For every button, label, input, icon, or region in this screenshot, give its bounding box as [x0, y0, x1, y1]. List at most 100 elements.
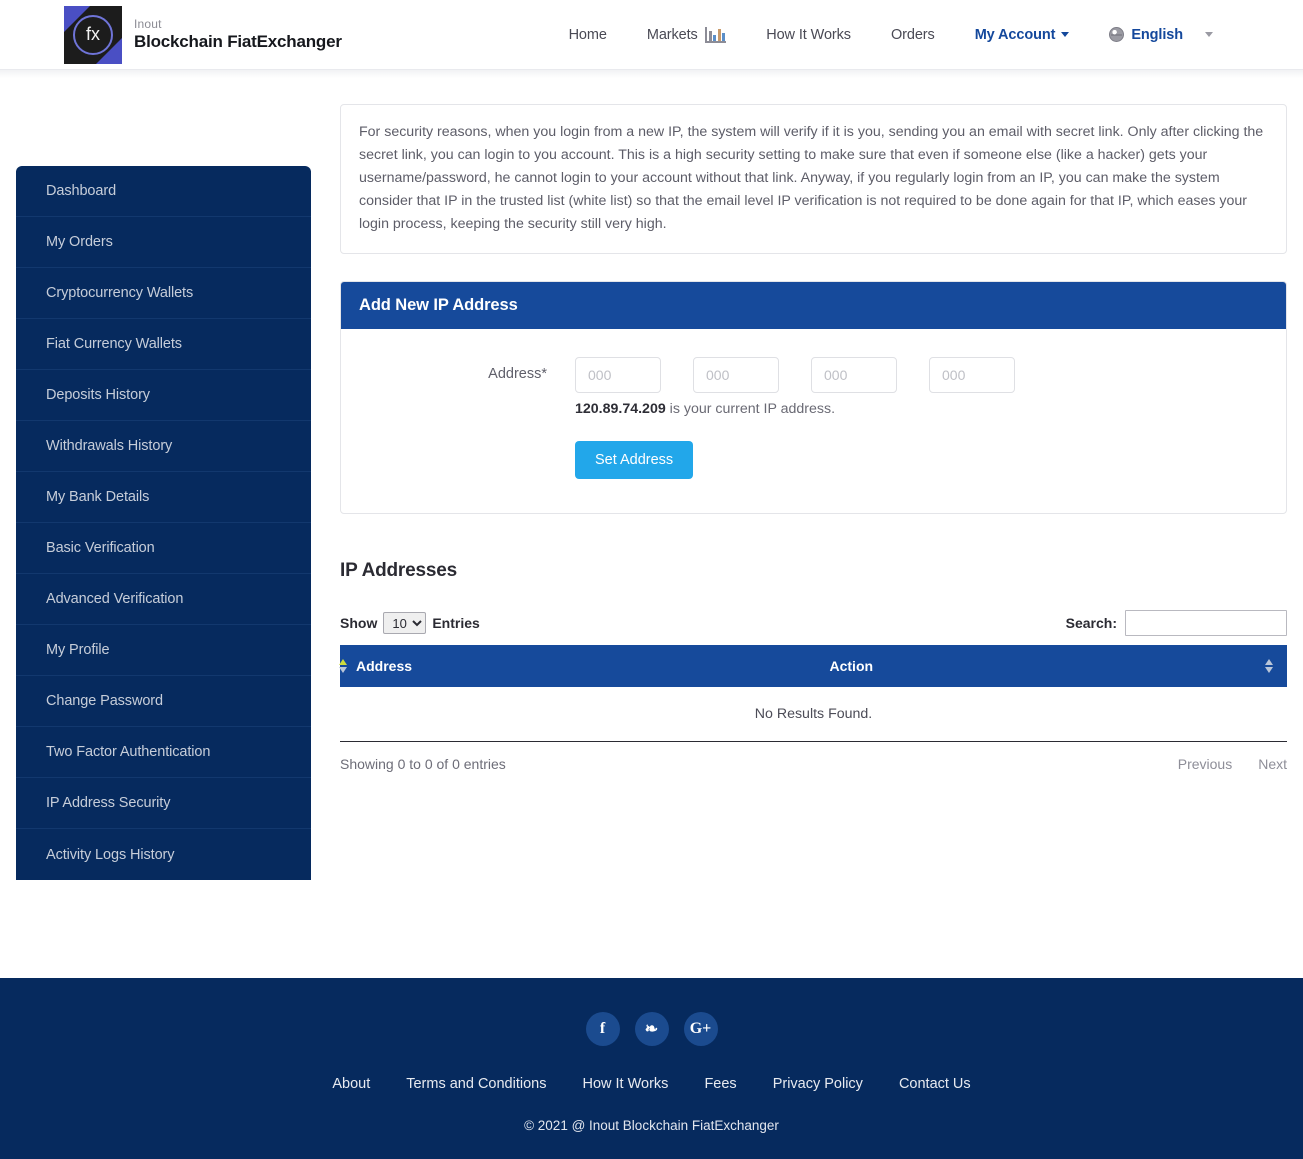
footer-link-about[interactable]: About: [332, 1076, 370, 1092]
table-empty-row: No Results Found.: [340, 687, 1287, 742]
google-plus-icon[interactable]: G+: [683, 1012, 718, 1046]
page-layout: Dashboard My Orders Cryptocurrency Walle…: [0, 78, 1303, 978]
search-input[interactable]: [1125, 610, 1287, 636]
add-new-ip-panel: Add New IP Address Address* 000 000 000 …: [340, 281, 1287, 514]
chevron-down-icon: [1061, 32, 1070, 37]
table-header-row: Address Action: [339, 645, 1287, 687]
nav-item-markets[interactable]: Markets: [627, 26, 746, 43]
sort-down-arrow-icon: [1264, 667, 1273, 673]
google-plus-glyph: G+: [689, 1020, 712, 1037]
sidebar-label: Deposits History: [46, 387, 150, 403]
pagination-next-button[interactable]: Next: [1258, 756, 1287, 772]
bar-chart-icon: [704, 26, 727, 43]
set-address-button[interactable]: Set Address: [575, 441, 694, 479]
facebook-icon[interactable]: f: [585, 1012, 620, 1046]
table-info-text: Showing 0 to 0 of 0 entries: [340, 756, 506, 772]
sidebar-item-dashboard[interactable]: Dashboard: [16, 166, 311, 217]
sidebar-label: Fiat Currency Wallets: [46, 336, 182, 352]
ip-octet-2-input[interactable]: [693, 357, 779, 393]
page-length-select[interactable]: 10: [383, 612, 427, 634]
main-content: For security reasons, when you login fro…: [311, 78, 1303, 978]
footer-link-fees[interactable]: Fees: [704, 1076, 736, 1092]
brand-logo[interactable]: fx Inout Blockchain FiatExchanger: [64, 5, 342, 64]
nav-item-orders[interactable]: Orders: [871, 27, 955, 43]
page-body: Dashboard My Orders Cryptocurrency Walle…: [0, 78, 1303, 978]
sidebar-item-basic-verification[interactable]: Basic Verification: [16, 523, 311, 574]
ip-octet-1-input[interactable]: [575, 357, 661, 393]
footer-link-contact-us[interactable]: Contact Us: [899, 1076, 971, 1092]
footer-copyright: © 2021 @ Inout Blockchain FiatExchanger: [524, 1118, 779, 1133]
footer-link-how-it-works[interactable]: How It Works: [582, 1076, 668, 1092]
table-footer: Showing 0 to 0 of 0 entries Previous Nex…: [340, 756, 1287, 778]
site-footer: f ❧ G+ About Terms and Conditions How It…: [0, 978, 1303, 1159]
header-shadow: [0, 70, 1303, 78]
column-label-address: Address: [356, 658, 413, 674]
nav-item-my-account[interactable]: My Account: [955, 27, 1090, 43]
language-selector[interactable]: English: [1089, 27, 1233, 43]
sidebar-label: My Orders: [46, 234, 113, 250]
sidebar-label: Basic Verification: [46, 540, 155, 556]
nav-item-home[interactable]: Home: [549, 27, 627, 43]
sidebar-item-deposits-history[interactable]: Deposits History: [16, 370, 311, 421]
sidebar-item-ip-address-security[interactable]: IP Address Security: [16, 778, 311, 829]
nav-label-markets: Markets: [646, 26, 698, 43]
table-body: No Results Found.: [340, 687, 1287, 742]
column-header-address[interactable]: Address: [339, 645, 814, 687]
nav-item-how-it-works[interactable]: How It Works: [746, 27, 871, 43]
sidebar-item-my-bank-details[interactable]: My Bank Details: [16, 472, 311, 523]
sidebar-item-fiat-currency-wallets[interactable]: Fiat Currency Wallets: [16, 319, 311, 370]
column-header-action[interactable]: Action: [813, 645, 1287, 687]
logo-fx-text: fx: [73, 14, 113, 55]
sidebar-item-cryptocurrency-wallets[interactable]: Cryptocurrency Wallets: [16, 268, 311, 319]
ip-octet-4-input[interactable]: [929, 357, 1015, 393]
sidebar-label: Change Password: [46, 693, 163, 709]
account-sidebar: Dashboard My Orders Cryptocurrency Walle…: [16, 166, 311, 880]
sidebar-item-my-profile[interactable]: My Profile: [16, 625, 311, 676]
brand-top-line: Inout: [134, 17, 162, 32]
nav-label-how-it-works: How It Works: [766, 26, 851, 43]
pagination-previous-button[interactable]: Previous: [1178, 756, 1232, 772]
facebook-glyph: f: [599, 1020, 606, 1037]
sidebar-item-activity-logs-history[interactable]: Activity Logs History: [16, 829, 311, 880]
sidebar-item-my-orders[interactable]: My Orders: [16, 217, 311, 268]
add-new-ip-body: Address* 120.89.74.209 is your current I…: [341, 329, 1286, 513]
sidebar-item-advanced-verification[interactable]: Advanced Verification: [16, 574, 311, 625]
sidebar-label: My Bank Details: [46, 489, 150, 505]
show-entries-prefix: Show: [340, 615, 378, 631]
nav-label-home: Home: [568, 26, 607, 43]
table-controls: Show 10 Entries Search:: [340, 610, 1287, 636]
footer-nav-links: About Terms and Conditions How It Works …: [0, 1076, 1303, 1092]
globe-icon: [1109, 27, 1125, 42]
logo-mark-icon: fx: [64, 5, 122, 64]
sidebar-item-two-factor-authentication[interactable]: Two Factor Authentication: [16, 727, 311, 778]
security-notice: For security reasons, when you login fro…: [340, 104, 1287, 254]
table-head: Address Action: [339, 645, 1287, 687]
sort-up-arrow-icon: [1264, 659, 1273, 665]
sort-toggle-icon[interactable]: [1264, 659, 1273, 673]
footer-link-terms-and-conditions[interactable]: Terms and Conditions: [406, 1076, 546, 1092]
empty-message: No Results Found.: [340, 687, 1287, 742]
sidebar-label: My Profile: [46, 642, 110, 658]
column-label-action: Action: [829, 658, 874, 674]
footer-social-links: f ❧ G+: [0, 1012, 1303, 1046]
add-new-ip-title: Add New IP Address: [341, 282, 1286, 329]
ip-octet-3-input[interactable]: [811, 357, 897, 393]
site-header: fx Inout Blockchain FiatExchanger Home M…: [0, 0, 1303, 70]
twitter-icon[interactable]: ❧: [634, 1012, 669, 1046]
sidebar-item-change-password[interactable]: Change Password: [16, 676, 311, 727]
current-ip-suffix: is your current IP address.: [665, 401, 836, 417]
main-navigation: Home Markets How It Works Orders My Acco…: [549, 26, 1233, 43]
show-entries-suffix: Entries: [432, 615, 480, 631]
sidebar-item-withdrawals-history[interactable]: Withdrawals History: [16, 421, 311, 472]
language-label: English: [1131, 26, 1183, 43]
footer-link-privacy-policy[interactable]: Privacy Policy: [773, 1076, 863, 1092]
search-label: Search:: [1065, 615, 1117, 631]
current-ip-hint: 120.89.74.209 is your current IP address…: [575, 401, 1015, 417]
sort-ascending-icon[interactable]: [339, 659, 348, 673]
address-field-group: 120.89.74.209 is your current IP address…: [575, 357, 1015, 479]
ip-addresses-table: Address Action No Results Found.: [339, 645, 1287, 742]
language-chevron-down-icon: [1205, 32, 1213, 37]
sort-down-arrow-icon: [339, 667, 347, 673]
table-search: Search:: [1066, 610, 1287, 636]
brand-bottom-line: Blockchain FiatExchanger: [134, 31, 342, 51]
